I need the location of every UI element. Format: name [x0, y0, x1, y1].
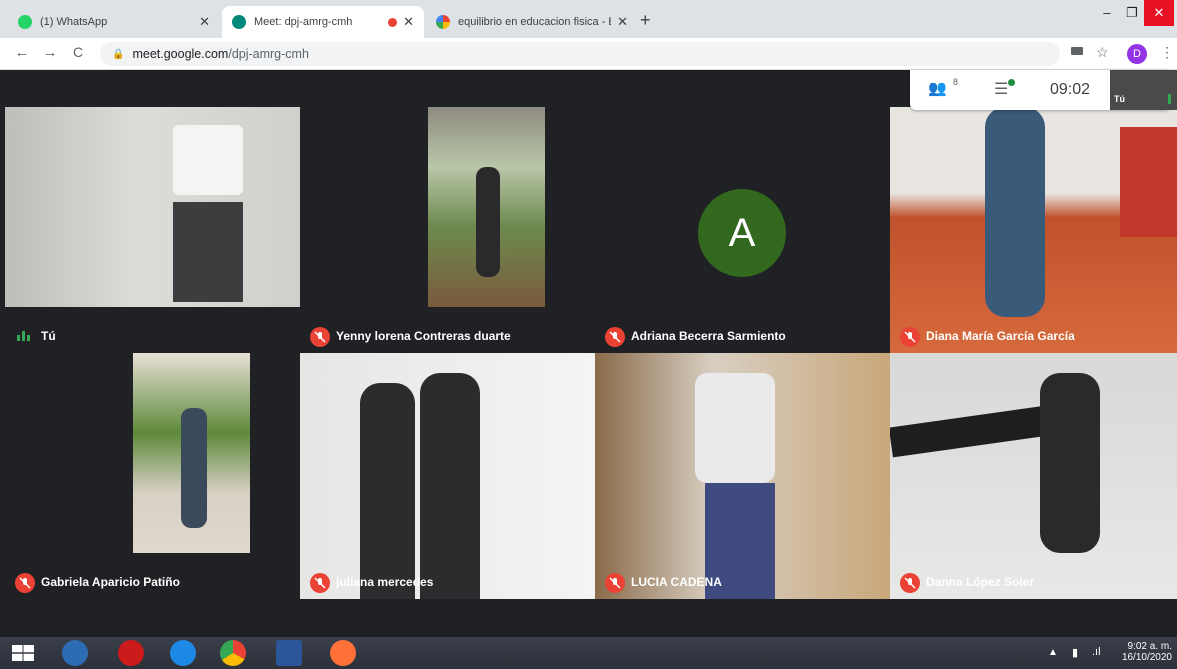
person-shape [1040, 373, 1100, 553]
participant-tile[interactable]: juliana mercedes [300, 353, 595, 599]
chevron-up-icon[interactable]: ▲ [1048, 647, 1058, 658]
chat-icon[interactable]: ☰ [994, 79, 1008, 99]
network-icon[interactable]: ▮ [1072, 646, 1078, 659]
participant-tile[interactable]: Gabriela Aparicio Patiño [5, 353, 300, 599]
word-icon[interactable] [276, 640, 302, 666]
participant-name: juliana mercedes [336, 575, 434, 589]
tab-title: Meet: dpj-amrg-cmh [254, 16, 353, 28]
person-shape [420, 373, 480, 599]
app-icon[interactable] [62, 640, 88, 666]
tab-search[interactable]: equilibrio en educacion fisica - B ✕ [426, 6, 638, 38]
forward-icon[interactable]: → [40, 44, 60, 61]
participant-tile[interactable]: Danna López Soler [890, 353, 1177, 599]
tab-title: (1) WhatsApp [40, 16, 108, 28]
recording-icon [388, 17, 398, 27]
meet-icon [232, 15, 246, 29]
url-path: /dpj-amrg-cmh [228, 47, 309, 61]
firefox-icon[interactable] [330, 640, 356, 666]
participants-count: 8 [953, 77, 959, 87]
participant-tile[interactable]: A Adriana Becerra Sarmiento [595, 107, 890, 353]
clock-date: 16/10/2020 [1121, 652, 1172, 663]
signal-icon[interactable]: .ıl [1092, 646, 1101, 658]
muted-mic-icon [15, 573, 35, 593]
restore-icon[interactable]: ❐ [1117, 0, 1147, 26]
chrome-icon[interactable] [220, 640, 246, 666]
tab-meet[interactable]: Meet: dpj-amrg-cmh ✕ [222, 6, 424, 38]
person-shape [173, 202, 243, 302]
participant-name: Tú [41, 329, 56, 343]
video-feed [5, 107, 300, 307]
participant-name: Yenny lorena Contreras duarte [336, 329, 511, 343]
reload-icon[interactable]: C [68, 44, 88, 60]
browser-tab-strip: (1) WhatsApp ✕ Meet: dpj-amrg-cmh ✕ equi… [0, 0, 1177, 38]
person-shape [695, 373, 775, 483]
muted-mic-icon [900, 573, 920, 593]
participant-tile[interactable]: Tú [5, 107, 300, 353]
new-tab-button[interactable]: + [640, 10, 651, 31]
participant-tile[interactable]: Diana María García García [890, 107, 1177, 353]
meeting-clock: 09:02 [1050, 81, 1091, 98]
close-tab-icon[interactable]: ✕ [403, 14, 414, 30]
close-tab-icon[interactable]: ✕ [199, 14, 210, 30]
camera-icon[interactable] [1071, 47, 1083, 55]
clock-time: 9:02 a. m. [1127, 641, 1172, 652]
participant-name: Gabriela Aparicio Patiño [41, 575, 180, 589]
menu-icon[interactable]: ⋮ [1160, 44, 1174, 61]
taskbar-clock[interactable]: 9:02 a. m. 16/10/2020 [1116, 641, 1172, 663]
participant-tile[interactable]: LUCIA CADENA [595, 353, 890, 599]
participants-icon[interactable]: 👥 [928, 79, 952, 99]
url-host: meet.google.com [132, 47, 229, 61]
participant-name: Adriana Becerra Sarmiento [631, 329, 786, 343]
internet-explorer-icon[interactable] [170, 640, 196, 666]
tab-whatsapp[interactable]: (1) WhatsApp ✕ [8, 6, 220, 38]
person-shape [476, 167, 500, 277]
toolbar: ← → C 🔒 meet.google.com/dpj-amrg-cmh ☆ D… [0, 38, 1177, 70]
address-bar[interactable]: 🔒 meet.google.com/dpj-amrg-cmh [100, 42, 1060, 66]
muted-mic-icon [605, 327, 625, 347]
wall-shape [1120, 127, 1177, 237]
muted-mic-icon [605, 573, 625, 593]
muted-mic-icon [310, 327, 330, 347]
self-preview[interactable]: Tú [1110, 70, 1177, 110]
person-shape [173, 125, 243, 195]
audio-level-icon [1168, 94, 1171, 104]
avatar: A [698, 189, 786, 277]
muted-mic-icon [900, 327, 920, 347]
whatsapp-icon [18, 15, 32, 29]
tab-title: equilibrio en educacion fisica - B [458, 16, 612, 28]
back-icon[interactable]: ← [12, 44, 32, 61]
opera-icon[interactable] [118, 640, 144, 666]
video-feed [890, 353, 1177, 599]
windows-taskbar: ▲ ▮ .ıl 9:02 a. m. 16/10/2020 [0, 637, 1177, 669]
google-icon [436, 15, 450, 29]
participant-name: LUCIA CADENA [631, 575, 722, 589]
profile-avatar[interactable]: D [1127, 44, 1147, 64]
chat-notification-dot [1008, 79, 1015, 86]
lock-icon: 🔒 [112, 48, 125, 60]
windows-start-icon[interactable] [12, 645, 34, 661]
participant-name: Danna López Soler [926, 575, 1035, 589]
person-shape [181, 408, 207, 528]
participant-name: Diana María García García [926, 329, 1075, 343]
person-shape [985, 107, 1045, 317]
close-window-icon[interactable]: ✕ [1144, 0, 1174, 26]
muted-mic-icon [310, 573, 330, 593]
person-shape [360, 383, 415, 599]
close-tab-icon[interactable]: ✕ [617, 14, 628, 30]
participant-tile[interactable]: Yenny lorena Contreras duarte [300, 107, 595, 353]
star-icon[interactable]: ☆ [1096, 44, 1109, 61]
self-preview-label: Tú [1114, 94, 1125, 104]
audio-level-icon [17, 331, 31, 341]
